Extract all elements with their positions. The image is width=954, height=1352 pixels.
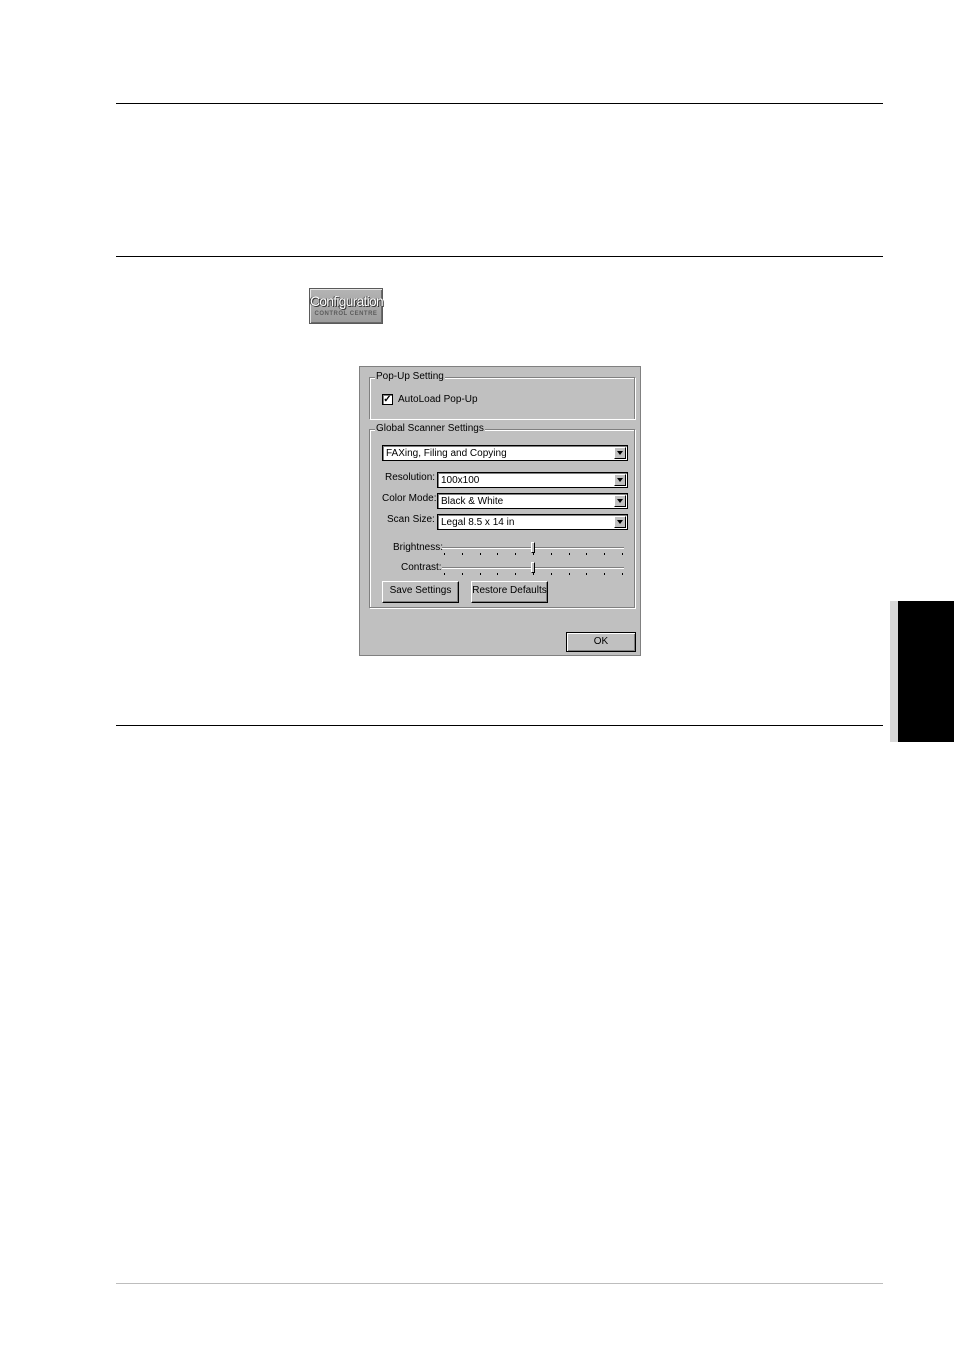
global-scanner-settings-label: Global Scanner Settings xyxy=(375,423,485,435)
scan-mode-select[interactable]: FAXing, Filing and Copying xyxy=(382,445,628,461)
top-divider xyxy=(116,103,883,104)
brightness-slider-thumb[interactable] xyxy=(531,542,535,553)
chevron-down-icon[interactable] xyxy=(614,474,626,486)
slider-tick xyxy=(515,573,517,575)
slider-tick xyxy=(461,553,463,555)
chevron-down-icon[interactable] xyxy=(614,516,626,528)
slider-tick xyxy=(550,573,552,575)
scan-mode-value: FAXing, Filing and Copying xyxy=(386,448,507,459)
color-mode-value: Black & White xyxy=(441,496,504,507)
configuration-button-title: Configuration xyxy=(310,293,384,309)
slider-tick xyxy=(568,553,570,555)
resolution-label: Resolution: xyxy=(385,472,436,483)
section-divider xyxy=(116,256,883,257)
chapter-tab-shadow xyxy=(890,601,898,742)
slider-tick xyxy=(604,553,606,555)
slider-tick xyxy=(533,553,534,555)
chevron-down-icon[interactable] xyxy=(614,447,626,459)
save-settings-button[interactable]: Save Settings xyxy=(382,581,459,603)
slider-tick xyxy=(497,573,499,575)
color-mode-select[interactable]: Black & White xyxy=(437,493,628,509)
chevron-down-icon[interactable] xyxy=(614,495,626,507)
slider-tick xyxy=(444,553,445,555)
global-scanner-settings-group: Global Scanner Settings FAXing, Filing a… xyxy=(369,423,635,608)
contrast-label: Contrast: xyxy=(401,562,442,573)
slider-tick xyxy=(515,553,517,555)
slider-tick xyxy=(533,573,534,575)
section-divider-lower xyxy=(116,725,883,726)
autoload-popup-label: AutoLoad Pop-Up xyxy=(398,393,478,405)
slider-tick xyxy=(497,553,499,555)
autoload-popup-row[interactable]: ✓ AutoLoad Pop-Up xyxy=(382,392,478,406)
scan-size-select[interactable]: Legal 8.5 x 14 in xyxy=(437,514,628,530)
slider-tick xyxy=(479,553,481,555)
slider-tick xyxy=(604,573,606,575)
slider-tick xyxy=(444,573,445,575)
slider-tick xyxy=(568,573,570,575)
slider-tick xyxy=(461,573,463,575)
brightness-label: Brightness: xyxy=(393,542,444,553)
ok-button[interactable]: OK xyxy=(566,632,636,652)
slider-tick xyxy=(479,573,481,575)
resolution-select[interactable]: 100x100 xyxy=(437,472,628,488)
footer-divider xyxy=(116,1283,883,1284)
slider-tick xyxy=(586,573,588,575)
configuration-button[interactable]: Configuration CONTROL CENTRE xyxy=(309,288,384,324)
scan-size-label: Scan Size: xyxy=(387,514,435,525)
autoload-popup-checkbox[interactable]: ✓ xyxy=(382,393,393,405)
chapter-tab xyxy=(898,601,954,742)
slider-tick xyxy=(622,553,623,555)
color-mode-label: Color Mode: xyxy=(382,493,437,504)
configuration-button-subtitle: CONTROL CENTRE xyxy=(314,311,378,317)
slider-tick xyxy=(622,573,623,575)
restore-defaults-button[interactable]: Restore Defaults xyxy=(471,581,548,603)
slider-tick xyxy=(586,553,588,555)
slider-tick xyxy=(550,553,552,555)
configuration-dialog: Pop-Up Setting ✓ AutoLoad Pop-Up Global … xyxy=(359,366,641,656)
resolution-value: 100x100 xyxy=(441,475,480,486)
contrast-slider-thumb[interactable] xyxy=(531,562,535,573)
scan-size-value: Legal 8.5 x 14 in xyxy=(441,517,515,528)
popup-setting-label: Pop-Up Setting xyxy=(375,371,445,383)
popup-setting-group: Pop-Up Setting ✓ AutoLoad Pop-Up xyxy=(369,371,635,419)
